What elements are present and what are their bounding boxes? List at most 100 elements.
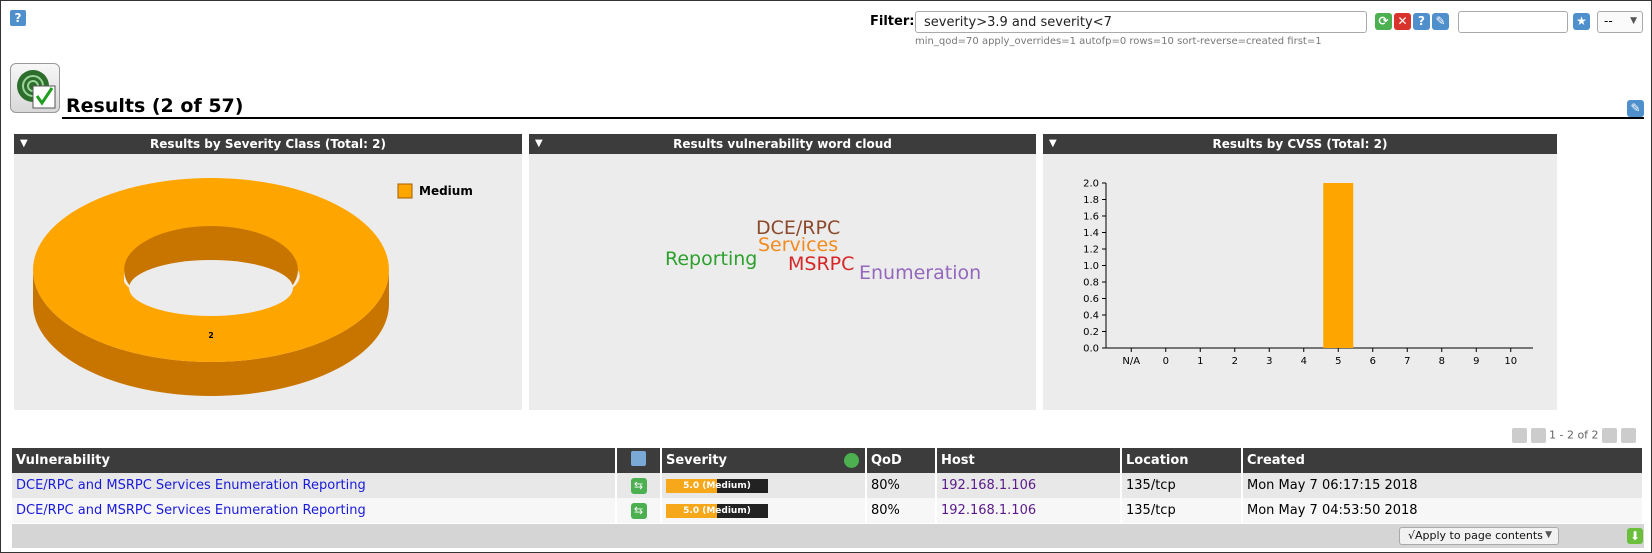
table-row: DCE/RPC and MSRPC Services Enumeration R… — [12, 473, 1644, 498]
cvss-bar-5 — [1323, 183, 1354, 348]
help-icon[interactable]: ? — [10, 10, 26, 26]
y-tick-label: 1.4 — [1083, 228, 1099, 239]
col-severity-label: Severity — [666, 453, 728, 468]
x-tick-label: 6 — [1370, 356, 1376, 367]
severity-class-panel: ▼ Results by Severity Class (Total: 2) 2… — [14, 134, 522, 410]
collapse-icon[interactable]: ▼ — [1049, 134, 1057, 154]
word-cloud: DCE/RPC Services Reporting MSRPC Enumera… — [665, 217, 981, 284]
x-tick-label: 7 — [1404, 356, 1410, 367]
x-tick-label: 1 — [1197, 356, 1203, 367]
save-filter-icon[interactable]: ★ — [1573, 13, 1590, 30]
severity-sort-icon[interactable] — [844, 453, 859, 468]
severity-donut-chart: 2 Medium — [33, 178, 473, 396]
location-cell: 135/tcp — [1121, 473, 1243, 498]
y-tick-label: 1.2 — [1083, 245, 1099, 256]
wordcloud-header[interactable]: ▼ Results vulnerability word cloud — [529, 134, 1036, 154]
legend-swatch-medium — [397, 183, 413, 199]
chevron-down-icon: ▼ — [1545, 530, 1552, 540]
pagination-text: 1 - 2 of 2 — [1549, 428, 1599, 442]
severity-class-header[interactable]: ▼ Results by Severity Class (Total: 2) — [14, 134, 522, 154]
wordcloud-title: Results vulnerability word cloud — [673, 137, 892, 151]
y-tick-label: 0.4 — [1083, 311, 1099, 322]
wrench-icon[interactable]: ✎ — [1627, 100, 1644, 117]
location-cell: 135/tcp — [1121, 498, 1243, 523]
first-page-icon[interactable] — [1512, 428, 1527, 443]
chevron-down-icon: ▼ — [1630, 16, 1637, 26]
qod-cell: 80% — [866, 473, 937, 498]
y-tick-label: 0.8 — [1083, 278, 1099, 289]
next-page-icon[interactable] — [1602, 428, 1618, 443]
x-tick-label: 9 — [1473, 356, 1479, 367]
word-msrpc: MSRPC — [788, 253, 854, 275]
x-tick-label: N/A — [1122, 356, 1140, 367]
severity-bar-label: 5.0 (Medium) — [683, 480, 751, 491]
created-cell: Mon May 7 04:53:50 2018 — [1242, 498, 1644, 523]
cvss-bar-chart: 0.0 0.2 0.4 0.6 0.8 1.0 1.2 1.4 1.6 1.8 2.0 N/A 0 1 2 3… — [1083, 179, 1533, 367]
col-host[interactable]: Host — [936, 448, 1122, 473]
filter-label: Filter: — [870, 14, 915, 29]
word-reporting: Reporting — [665, 248, 757, 270]
y-tick-label: 1.8 — [1083, 195, 1099, 206]
col-solution-type[interactable] — [616, 448, 662, 473]
edit-filter-icon[interactable]: ✎ — [1432, 13, 1449, 30]
solution-type-icon: ⇆ — [630, 477, 647, 494]
y-tick-label: 1.6 — [1083, 212, 1099, 223]
legend-label-medium: Medium — [419, 184, 473, 198]
filter-help-icon[interactable]: ? — [1413, 13, 1430, 30]
x-tick-label: 8 — [1439, 356, 1445, 367]
table-row: DCE/RPC and MSRPC Services Enumeration R… — [12, 498, 1644, 523]
x-tick-label: 10 — [1504, 356, 1517, 367]
refresh-icon[interactable]: ⟳ — [1375, 13, 1392, 30]
apply-to-page-select[interactable]: √Apply to page contents ▼ — [1399, 527, 1559, 545]
y-tick-label: 0.6 — [1083, 294, 1099, 305]
vulnerability-link[interactable]: DCE/RPC and MSRPC Services Enumeration R… — [16, 478, 366, 493]
host-link[interactable]: 192.168.1.106 — [941, 503, 1036, 518]
last-page-icon[interactable] — [1620, 428, 1636, 443]
filter-input[interactable] — [915, 11, 1367, 33]
severity-class-title: Results by Severity Class (Total: 2) — [150, 137, 386, 151]
prev-page-icon[interactable] — [1530, 428, 1546, 443]
new-filter-name-input[interactable] — [1458, 11, 1568, 33]
x-tick-label: 3 — [1266, 356, 1272, 367]
donut-hole-floor — [129, 260, 293, 316]
y-tick-label: 2.0 — [1083, 179, 1099, 190]
x-tick-label: 5 — [1335, 356, 1341, 367]
col-qod[interactable]: QoD — [866, 448, 937, 473]
pagination: 1 - 2 of 2 — [1512, 428, 1636, 443]
col-created[interactable]: Created — [1242, 448, 1644, 473]
collapse-icon[interactable]: ▼ — [535, 134, 543, 154]
cvss-title: Results by CVSS (Total: 2) — [1212, 137, 1388, 151]
cvss-header[interactable]: ▼ Results by CVSS (Total: 2) — [1043, 134, 1557, 154]
title-divider — [62, 117, 1644, 119]
reset-filter-icon[interactable]: ✕ — [1394, 13, 1411, 30]
y-tick-label: 0.2 — [1083, 327, 1099, 338]
qod-cell: 80% — [866, 498, 937, 523]
results-logo-icon — [10, 63, 60, 113]
vulnerability-link[interactable]: DCE/RPC and MSRPC Services Enumeration R… — [16, 503, 366, 518]
col-vulnerability[interactable]: Vulnerability — [12, 448, 617, 473]
wordcloud-panel: ▼ Results vulnerability word cloud DCE/R… — [529, 134, 1036, 410]
col-severity[interactable]: Severity — [661, 448, 867, 473]
download-icon[interactable]: ⬇ — [1627, 528, 1643, 544]
host-link[interactable]: 192.168.1.106 — [941, 478, 1036, 493]
x-tick-label: 4 — [1301, 356, 1307, 367]
x-tick-label: 0 — [1163, 356, 1169, 367]
collapse-icon[interactable]: ▼ — [20, 134, 28, 154]
x-tick-label: 2 — [1232, 356, 1238, 367]
apply-to-page-label: √Apply to page contents — [1408, 529, 1543, 542]
solution-type-icon: ⇆ — [630, 502, 647, 519]
severity-bar-label: 5.0 (Medium) — [683, 505, 751, 516]
filter-params: min_qod=70 apply_overrides=1 autofp=0 ro… — [915, 36, 1322, 47]
filter-select-value: -- — [1604, 14, 1613, 28]
page-title: Results (2 of 57) — [66, 95, 244, 117]
puzzle-icon — [631, 451, 646, 466]
filter-select[interactable]: -- ▼ — [1597, 11, 1643, 33]
created-cell: Mon May 7 06:17:15 2018 — [1242, 473, 1644, 498]
cvss-panel: ▼ Results by CVSS (Total: 2) 0.0 0.2 0.4 0.… — [1043, 134, 1557, 410]
y-tick-label: 1.0 — [1083, 261, 1099, 272]
word-enumeration: Enumeration — [859, 262, 981, 284]
col-location[interactable]: Location — [1121, 448, 1243, 473]
severity-bar: 5.0 (Medium) — [666, 503, 768, 518]
severity-bar: 5.0 (Medium) — [666, 478, 768, 493]
y-tick-label: 0.0 — [1083, 344, 1099, 355]
